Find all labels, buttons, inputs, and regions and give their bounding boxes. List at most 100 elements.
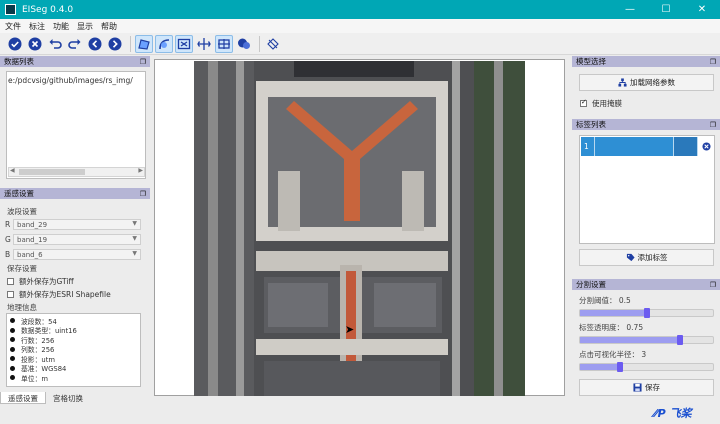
slider-handle[interactable] xyxy=(643,308,650,318)
geo-info-label: 地理信息 xyxy=(7,303,37,312)
checkbox-box[interactable] xyxy=(7,291,14,298)
table-row[interactable]: 1 xyxy=(581,137,714,156)
grid-icon[interactable] xyxy=(215,34,233,53)
toolbar-separator xyxy=(259,35,260,52)
save-button[interactable]: 保存 xyxy=(579,379,714,396)
dock-float-icon[interactable]: ❐ xyxy=(140,190,146,198)
list-item: 列数：256 xyxy=(10,345,137,354)
minimize-button[interactable]: — xyxy=(612,0,648,19)
slider-handle[interactable] xyxy=(676,335,683,345)
cancel-icon[interactable] xyxy=(26,35,44,53)
bullet-icon xyxy=(10,327,15,333)
checkbox-box[interactable] xyxy=(7,278,14,285)
radius-text: 点击可视化半径： xyxy=(579,350,639,359)
band-b-select[interactable]: band_6 ▼ xyxy=(13,249,141,260)
use-mask-checkbox[interactable]: 使用掩膜 xyxy=(580,98,622,109)
opacity-value: 0.75 xyxy=(626,323,644,332)
radius-slider[interactable] xyxy=(579,362,714,372)
bullet-icon xyxy=(10,365,15,371)
prev-image-icon[interactable] xyxy=(86,35,104,53)
polygon-icon[interactable] xyxy=(135,34,153,53)
undo-icon[interactable] xyxy=(46,35,64,53)
band-g-label: G xyxy=(5,235,11,244)
scroll-left-icon[interactable]: ◀ xyxy=(10,167,15,174)
seg-settings-title: 分割设置 xyxy=(576,280,606,289)
language-icon[interactable] xyxy=(264,35,282,53)
label-color-swatch[interactable] xyxy=(674,137,698,156)
slider-fill xyxy=(580,310,647,316)
maximize-button[interactable]: ☐ xyxy=(648,0,684,19)
load-params-button[interactable]: 加载网络参数 xyxy=(579,74,714,91)
scroll-right-icon[interactable]: ▶ xyxy=(138,167,143,174)
checkbox-box[interactable] xyxy=(580,98,587,107)
geo-info-text: 行数：256 xyxy=(21,336,55,345)
accept-icon[interactable] xyxy=(6,35,24,53)
data-list-title: 数据列表 xyxy=(4,57,34,66)
dock-float-icon[interactable]: ❐ xyxy=(710,121,716,129)
threshold-text: 分割阈值： xyxy=(579,296,617,305)
data-list-panel[interactable] xyxy=(6,71,146,179)
save-icon xyxy=(633,383,642,392)
dock-float-icon[interactable]: ❐ xyxy=(710,58,716,66)
band-b-label: B xyxy=(5,250,11,259)
band-r-value: band_29 xyxy=(17,220,48,229)
band-g-select[interactable]: band_19 ▼ xyxy=(13,234,141,245)
list-item: 单位：m xyxy=(10,373,137,383)
threshold-slider[interactable] xyxy=(579,308,714,318)
zoom-fit-icon[interactable] xyxy=(195,35,213,53)
scrollbar-thumb[interactable] xyxy=(19,169,85,175)
window-title: EISeg 0.4.0 xyxy=(22,4,74,15)
save-gtiff-label: 额外保存为GTiff xyxy=(19,277,74,286)
redo-icon[interactable] xyxy=(66,35,84,53)
mouse-cursor-icon: ➤ xyxy=(345,323,355,336)
image-canvas[interactable]: ➤ xyxy=(154,59,565,396)
seg-settings-dock-title: 分割设置 ❐ xyxy=(572,279,720,290)
label-list-dock-title: 标签列表 ❐ xyxy=(572,119,720,130)
load-params-label: 加载网络参数 xyxy=(630,78,675,87)
opacity-label: 标签透明度： 0.75 xyxy=(579,322,643,333)
satellite-image[interactable] xyxy=(194,61,525,396)
opacity-slider[interactable] xyxy=(579,335,714,345)
dock-float-icon[interactable]: ❐ xyxy=(140,58,146,66)
menu-help[interactable]: 帮助 xyxy=(101,21,117,32)
bullet-icon xyxy=(10,346,15,352)
menu-function[interactable]: 功能 xyxy=(53,21,69,32)
fit-icon[interactable] xyxy=(175,34,193,53)
tab-grid-switch[interactable]: 宫格切换 xyxy=(46,392,90,404)
band-r-select[interactable]: band_29 ▼ xyxy=(13,219,141,230)
delete-label-icon[interactable] xyxy=(698,137,714,156)
save-settings-label: 保存设置 xyxy=(7,264,37,273)
data-list-scrollbar[interactable]: ◀ ▶ xyxy=(8,167,145,177)
list-item: 行数：256 xyxy=(10,335,137,345)
label-id: 1 xyxy=(581,137,595,156)
tab-rs-settings[interactable]: 遥感设置 xyxy=(0,392,46,404)
label-icon[interactable] xyxy=(235,35,253,53)
rs-settings-title: 遥感设置 xyxy=(4,189,34,198)
paddle-logo: ⁄⁄P 飞桨 xyxy=(654,407,692,420)
slider-handle[interactable] xyxy=(616,362,623,372)
save-gtiff-checkbox[interactable]: 额外保存为GTiff xyxy=(7,276,74,287)
list-item: 数据类型：uint16 xyxy=(10,326,137,335)
next-image-icon[interactable] xyxy=(106,35,124,53)
save-shp-checkbox[interactable]: 额外保存为ESRI Shapefile xyxy=(7,289,111,300)
menu-annotate[interactable]: 标注 xyxy=(29,21,45,32)
bullet-icon xyxy=(10,375,15,381)
radius-value: 3 xyxy=(641,350,647,359)
list-item: 基准：WGS84 xyxy=(10,364,137,373)
logo-text: 飞桨 xyxy=(669,407,692,420)
dock-float-icon[interactable]: ❐ xyxy=(710,281,716,289)
add-label-button[interactable]: 添加标签 xyxy=(579,249,714,266)
band-r-label: R xyxy=(5,220,11,229)
slider-fill xyxy=(580,364,620,370)
close-window-button[interactable]: ✕ xyxy=(684,0,720,19)
bullet-icon xyxy=(10,318,15,324)
save-label: 保存 xyxy=(645,383,660,392)
polygon-edit-icon[interactable] xyxy=(155,34,173,53)
label-name-cell[interactable] xyxy=(595,137,674,156)
data-list-path[interactable]: e:/pdcvsig/github/images/rs_img/ xyxy=(8,76,133,85)
network-icon xyxy=(618,78,627,87)
list-item: 波段数：54 xyxy=(10,316,137,326)
list-item: 投影：utm xyxy=(10,354,137,364)
menu-file[interactable]: 文件 xyxy=(5,21,21,32)
menu-view[interactable]: 显示 xyxy=(77,21,93,32)
